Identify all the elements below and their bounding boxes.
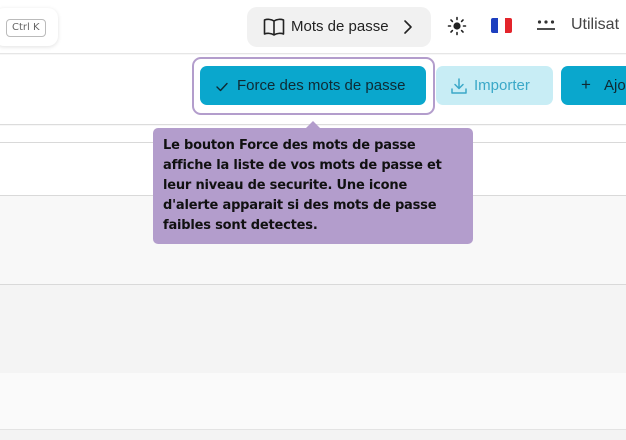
onboarding-tooltip: Le bouton Force des mots de passe affich… — [153, 128, 473, 244]
add-button[interactable]: + Ajo — [561, 66, 626, 105]
password-strength-label: Force des mots de passe — [237, 77, 406, 94]
top-header: Ctrl K Mots de passe Utilisat — [0, 0, 626, 54]
tooltip-text: Le bouton Force des mots de passe affich… — [163, 138, 442, 233]
docs-button[interactable]: Mots de passe — [247, 7, 431, 47]
download-icon — [450, 77, 468, 100]
table-row[interactable] — [0, 373, 626, 430]
table-row[interactable] — [0, 430, 626, 440]
check-icon — [216, 79, 228, 96]
table-row[interactable] — [0, 285, 626, 373]
docs-label: Mots de passe — [291, 18, 389, 35]
add-label: Ajo — [604, 77, 626, 94]
password-dots-icon[interactable] — [536, 17, 556, 38]
plus-icon: + — [581, 75, 591, 94]
book-icon — [263, 18, 285, 41]
import-label: Importer — [474, 77, 530, 94]
password-strength-button[interactable]: Force des mots de passe — [200, 66, 426, 105]
shortcut-badge: Ctrl K — [6, 19, 46, 37]
search-shortcut-button[interactable]: Ctrl K — [0, 8, 58, 46]
flag-fr-icon[interactable] — [491, 18, 512, 33]
import-button[interactable]: Importer — [436, 66, 553, 105]
sun-icon[interactable] — [447, 16, 467, 41]
user-menu[interactable]: Utilisat — [571, 16, 619, 34]
chevron-right-icon — [403, 19, 413, 40]
